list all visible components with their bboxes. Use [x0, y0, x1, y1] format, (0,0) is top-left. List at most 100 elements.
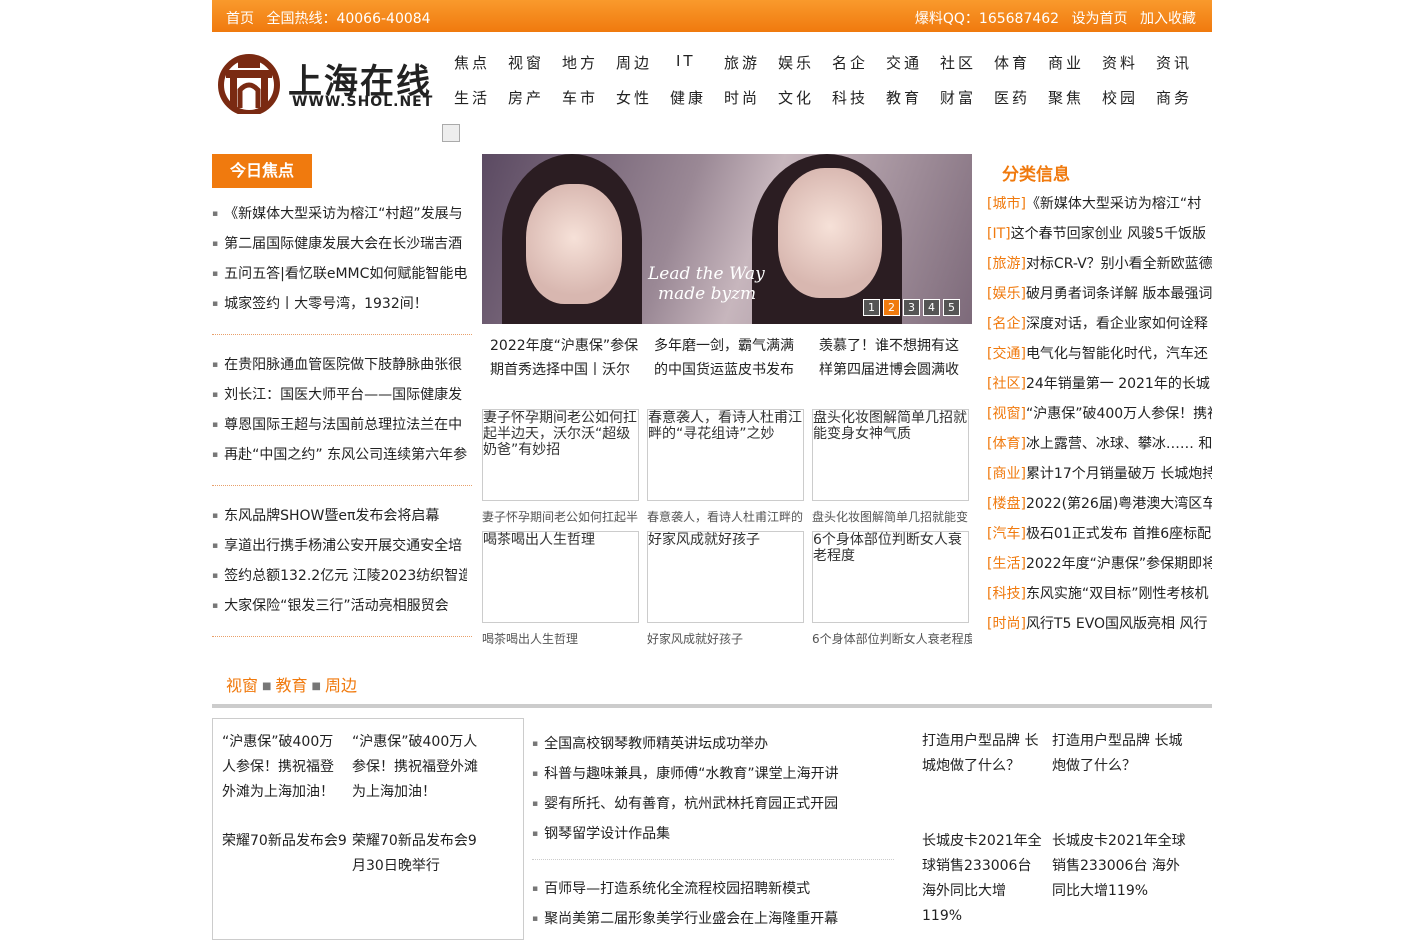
- list-item[interactable]: [娱乐]破月勇者词条详解 版本最强词: [987, 279, 1212, 309]
- list-item[interactable]: 全国高校钢琴教师精英讲坛成功举办: [532, 729, 839, 759]
- tab-jiaoyu[interactable]: 教育: [275, 676, 307, 695]
- list-item[interactable]: 刘长江：国医大师平台——国际健康发: [212, 380, 467, 410]
- list-item[interactable]: [科技]东风实施“双目标”刚性考核机: [987, 579, 1212, 609]
- category-text[interactable]: 累计17个月销量破万 长城炮持: [1026, 466, 1212, 482]
- category-text[interactable]: 极石01正式发布 首推6座标配: [1026, 526, 1211, 542]
- list-item[interactable]: [视窗]“沪惠保”破400万人参保！携祝: [987, 399, 1212, 429]
- nav-item[interactable]: 社区: [940, 52, 980, 73]
- thumbnail-caption[interactable]: 春意袭人，看诗人杜甫江畔的: [647, 508, 807, 525]
- tab-shichuang[interactable]: 视窗: [226, 676, 258, 695]
- list-item[interactable]: [汽车]极石01正式发布 首推6座标配: [987, 519, 1212, 549]
- nav-item[interactable]: 教育: [886, 87, 926, 108]
- picture-caption[interactable]: “沪惠保”破400万人参保！携祝福登外滩为上海加油！: [352, 730, 487, 805]
- nav-item[interactable]: 旅游: [724, 52, 764, 73]
- category-tag[interactable]: [交通]: [987, 346, 1026, 362]
- category-tag[interactable]: [体育]: [987, 436, 1026, 452]
- category-tag[interactable]: [城市]: [987, 196, 1026, 212]
- set-home-link[interactable]: 设为首页: [1072, 11, 1128, 27]
- thumbnail-image[interactable]: 好家风成就好孩子: [647, 531, 804, 623]
- category-text[interactable]: 风行T5 EVO国风版亮相 风行: [1026, 616, 1208, 632]
- nav-item[interactable]: 时尚: [724, 87, 764, 108]
- slide-dot[interactable]: 3: [903, 299, 920, 316]
- list-item[interactable]: 东风品牌SHOW暨eπ发布会将启幕: [212, 501, 467, 531]
- category-tag[interactable]: [时尚]: [987, 616, 1026, 632]
- headline-text[interactable]: 多年磨一剑，霸气满满的中国货运蓝皮书发布 自勇于按下“重启键” 新龙马: [654, 334, 804, 384]
- thumbnail-image[interactable]: 6个身体部位判断女人衰老程度: [812, 531, 969, 623]
- site-logo[interactable]: 上海在线 WWW.SHOL.NET: [216, 52, 432, 114]
- list-item[interactable]: [IT]这个春节回家创业 风骏5千饭版: [987, 219, 1212, 249]
- category-tag[interactable]: [旅游]: [987, 256, 1026, 272]
- picture-alt[interactable]: “沪惠保”破400万人参保！携祝福登外滩为上海加油！: [222, 730, 347, 805]
- category-text[interactable]: 2022年度“沪惠保”参保期即将: [1026, 556, 1212, 572]
- slide-dot[interactable]: 4: [923, 299, 940, 316]
- nav-item[interactable]: 健康: [670, 87, 710, 108]
- thumbnail-image[interactable]: 喝茶喝出人生哲理: [482, 531, 639, 623]
- list-item[interactable]: 再赴“中国之约” 东风公司连续第六年参: [212, 440, 467, 470]
- list-item[interactable]: 百师导—打造系统化全流程校园招聘新模式: [532, 874, 838, 904]
- list-item[interactable]: 五问五答|看忆联eMMC如何赋能智能电: [212, 259, 467, 289]
- category-tag[interactable]: [IT]: [987, 226, 1011, 242]
- thumbnail-caption[interactable]: 好家风成就好孩子: [647, 630, 807, 647]
- nav-item[interactable]: 娱乐: [778, 52, 818, 73]
- nav-item[interactable]: 周边: [616, 52, 656, 73]
- nav-item[interactable]: 医药: [994, 87, 1034, 108]
- headline-text[interactable]: 羡慕了！谁不想拥有这样第四届进博会圆满收官，杜邦交通与材料事业部在: [819, 334, 969, 384]
- category-text[interactable]: 24年销量第一 2021年的长城: [1026, 376, 1210, 392]
- nav-item[interactable]: 生活: [454, 87, 494, 108]
- nav-item[interactable]: 聚焦: [1048, 87, 1088, 108]
- nav-item[interactable]: 交通: [886, 52, 926, 73]
- thumbnail-image[interactable]: 春意袭人，看诗人杜甫江畔的“寻花组诗”之妙: [647, 409, 804, 501]
- category-text[interactable]: 东风实施“双目标”刚性考核机: [1026, 586, 1209, 602]
- nav-item[interactable]: 体育: [994, 52, 1034, 73]
- list-item[interactable]: 第二届国际健康发展大会在长沙瑞吉酒: [212, 229, 467, 259]
- nav-item[interactable]: 女性: [616, 87, 656, 108]
- nav-item[interactable]: 商务: [1156, 87, 1196, 108]
- thumbnail-caption[interactable]: 盘头化妆图解简单几招就能变: [812, 508, 972, 525]
- picture-caption[interactable]: 荣耀70新品发布会9月30日晚举行: [352, 829, 482, 879]
- list-item[interactable]: [时尚]风行T5 EVO国风版亮相 风行: [987, 609, 1212, 639]
- category-text[interactable]: 2022(第26届)粤港澳大湾区车: [1026, 496, 1212, 512]
- thumbnail-caption[interactable]: 6个身体部位判断女人衰老程度: [812, 630, 972, 647]
- list-item[interactable]: [生活]2022年度“沪惠保”参保期即将: [987, 549, 1212, 579]
- category-tag[interactable]: [视窗]: [987, 406, 1026, 422]
- nav-item[interactable]: 焦点: [454, 52, 494, 73]
- category-text[interactable]: 对标CR-V？别小看全新欧蓝德: [1026, 256, 1212, 272]
- thumbnail-caption[interactable]: 喝茶喝出人生哲理: [482, 630, 642, 647]
- list-item[interactable]: [旅游]对标CR-V？别小看全新欧蓝德: [987, 249, 1212, 279]
- list-item[interactable]: [名企]深度对话，看企业家如何诠释: [987, 309, 1212, 339]
- category-tag[interactable]: [娱乐]: [987, 286, 1026, 302]
- nav-item[interactable]: 校园: [1102, 87, 1142, 108]
- list-item[interactable]: 钢琴留学设计作品集: [532, 819, 839, 849]
- nav-item[interactable]: 科技: [832, 87, 872, 108]
- list-item[interactable]: [交通]电气化与智能化时代，汽车还: [987, 339, 1212, 369]
- category-text[interactable]: 《新媒体大型采访为榕江“村: [1026, 196, 1201, 212]
- nav-item[interactable]: 名企: [832, 52, 872, 73]
- slideshow[interactable]: Lead the Way made byzm 12345: [482, 154, 972, 324]
- headline-text[interactable]: 2022年度“沪惠保”参保期首秀选择中国丨沃尔沃汽4.78万起 新龙马汽车以: [490, 334, 640, 384]
- nav-item[interactable]: IT: [676, 52, 716, 70]
- category-tag[interactable]: [社区]: [987, 376, 1026, 392]
- category-tag[interactable]: [生活]: [987, 556, 1026, 572]
- picture-alt[interactable]: 荣耀70新品发布会9月30日晚举行: [222, 829, 347, 854]
- category-tag[interactable]: [商业]: [987, 466, 1026, 482]
- thumbnail-image[interactable]: 妻子怀孕期间老公如何扛起半边天，沃尔沃“超级奶爸”有妙招: [482, 409, 639, 501]
- picture-alt[interactable]: 打造用户型品牌 长城炮做了什么？: [922, 729, 1044, 779]
- slide-dot[interactable]: 2: [883, 299, 900, 316]
- nav-item[interactable]: 资讯: [1156, 52, 1196, 73]
- list-item[interactable]: 享道出行携手杨浦公安开展交通安全培: [212, 531, 467, 561]
- list-item[interactable]: [商业]累计17个月销量破万 长城炮持: [987, 459, 1212, 489]
- list-item[interactable]: 婴有所托、幼有善育，杭州武林托育园正式开园: [532, 789, 839, 819]
- bookmark-link[interactable]: 加入收藏: [1140, 11, 1196, 27]
- home-link[interactable]: 首页: [226, 11, 254, 27]
- category-tag[interactable]: [楼盘]: [987, 496, 1026, 512]
- category-tag[interactable]: [汽车]: [987, 526, 1026, 542]
- slide-dot[interactable]: 5: [943, 299, 960, 316]
- list-item[interactable]: 在贵阳脉通血管医院做下肢静脉曲张很: [212, 350, 467, 380]
- picture-caption[interactable]: 长城皮卡2021年全球销售233006台 海外同比大增119%: [1052, 829, 1192, 904]
- list-item[interactable]: [楼盘]2022(第26届)粤港澳大湾区车: [987, 489, 1212, 519]
- category-tag[interactable]: [名企]: [987, 316, 1026, 332]
- list-item[interactable]: [社区]24年销量第一 2021年的长城: [987, 369, 1212, 399]
- category-text[interactable]: 冰上露营、冰球、攀冰…… 和: [1026, 436, 1212, 452]
- nav-item[interactable]: 房产: [508, 87, 548, 108]
- category-tag[interactable]: [科技]: [987, 586, 1026, 602]
